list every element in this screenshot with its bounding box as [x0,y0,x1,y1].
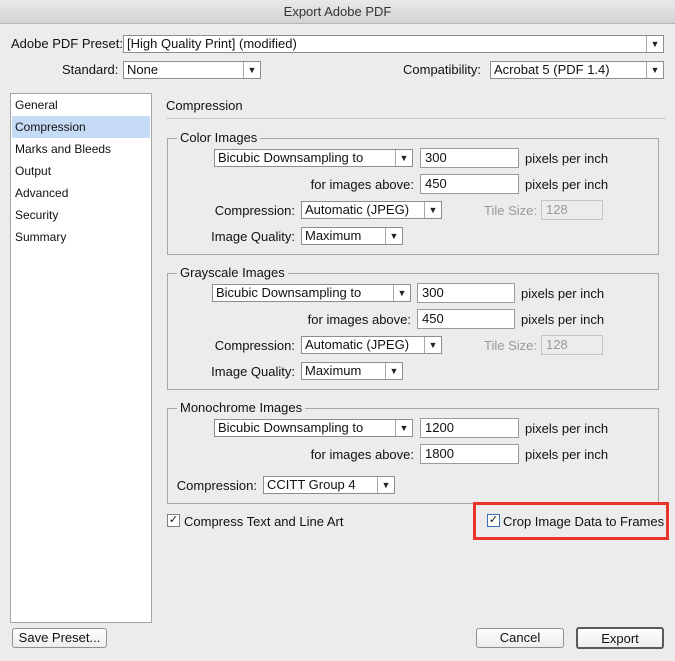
crop-image-label: Crop Image Data to Frames [503,514,665,529]
cancel-button[interactable]: Cancel [476,628,564,648]
mono-downsample-select[interactable]: Bicubic Downsampling to ▼ [214,419,413,437]
gray-compression-value: Automatic (JPEG) [305,337,410,352]
chevron-down-icon: ▼ [395,420,412,436]
color-above-label: for images above: [310,177,414,192]
mono-ppi-input[interactable]: 1200 [420,418,519,438]
sidebar-item-marks-and-bleeds[interactable]: Marks and Bleeds [12,138,150,160]
color-compression-value: Automatic (JPEG) [305,202,410,217]
sidebar-item-advanced[interactable]: Advanced [12,182,150,204]
gray-ppi-input[interactable]: 300 [417,283,515,303]
preset-select[interactable]: [High Quality Print] (modified) ▼ [123,35,664,53]
color-above-input[interactable]: 450 [420,174,519,194]
chevron-down-icon: ▼ [385,363,402,379]
gray-downsample-select[interactable]: Bicubic Downsampling to ▼ [212,284,411,302]
chevron-down-icon: ▼ [424,337,441,353]
gray-quality-select[interactable]: Maximum ▼ [301,362,403,380]
gray-above-label: for images above: [307,312,411,327]
standard-label: Standard: [62,62,119,77]
mono-compression-value: CCITT Group 4 [267,477,356,492]
compatibility-label: Compatibility: [403,62,482,77]
sidebar: General Compression Marks and Bleeds Out… [10,93,152,623]
gray-compression-label: Compression: [214,338,295,353]
chevron-down-icon: ▼ [385,228,402,244]
color-tile-input: 128 [541,200,603,220]
sidebar-item-output[interactable]: Output [12,160,150,182]
preset-value: [High Quality Print] (modified) [127,36,297,51]
section-divider [166,118,666,119]
mono-downsample-value: Bicubic Downsampling to [218,420,364,435]
color-downsample-value: Bicubic Downsampling to [218,150,364,165]
color-downsample-select[interactable]: Bicubic Downsampling to ▼ [214,149,413,167]
color-compression-label: Compression: [214,203,295,218]
mono-ppi-unit: pixels per inch [525,421,609,436]
monochrome-images-title: Monochrome Images [177,400,306,415]
gray-ppi-unit: pixels per inch [521,286,605,301]
compress-text-checkbox[interactable]: ✓ [167,514,180,527]
gray-quality-label: Image Quality: [211,364,295,379]
gray-tile-input: 128 [541,335,603,355]
color-quality-label: Image Quality: [211,229,295,244]
gray-quality-value: Maximum [305,363,362,378]
chevron-down-icon: ▼ [393,285,410,301]
color-quality-select[interactable]: Maximum ▼ [301,227,403,245]
sidebar-item-summary[interactable]: Summary [12,226,150,248]
chevron-down-icon: ▼ [646,36,663,52]
mono-above-input[interactable]: 1800 [420,444,519,464]
color-images-title: Color Images [177,130,261,145]
gray-tile-label: Tile Size: [484,338,537,353]
compatibility-select[interactable]: Acrobat 5 (PDF 1.4) ▼ [490,61,664,79]
crop-image-checkbox[interactable]: ✓ [487,514,500,527]
chevron-down-icon: ▼ [377,477,394,493]
mono-above-unit: pixels per inch [525,447,609,462]
gray-compression-select[interactable]: Automatic (JPEG) ▼ [301,336,442,354]
gray-above-input[interactable]: 450 [417,309,515,329]
color-compression-select[interactable]: Automatic (JPEG) ▼ [301,201,442,219]
chevron-down-icon: ▼ [243,62,260,78]
gray-above-unit: pixels per inch [521,312,605,327]
mono-above-label: for images above: [310,447,414,462]
mono-compression-label: Compression: [176,478,257,493]
color-ppi-unit: pixels per inch [525,151,609,166]
chevron-down-icon: ▼ [646,62,663,78]
mono-compression-select[interactable]: CCITT Group 4 ▼ [263,476,395,494]
chevron-down-icon: ▼ [424,202,441,218]
sidebar-item-compression[interactable]: Compression [12,116,150,138]
color-above-unit: pixels per inch [525,177,609,192]
color-tile-label: Tile Size: [484,203,537,218]
color-ppi-input[interactable]: 300 [420,148,519,168]
sidebar-item-general[interactable]: General [12,94,150,116]
standard-select[interactable]: None ▼ [123,61,261,79]
color-quality-value: Maximum [305,228,362,243]
section-title: Compression [166,98,243,113]
export-button[interactable]: Export [576,627,664,649]
compress-text-label: Compress Text and Line Art [184,514,344,529]
compatibility-value: Acrobat 5 (PDF 1.4) [494,62,610,77]
grayscale-images-title: Grayscale Images [177,265,288,280]
standard-value: None [127,62,159,77]
gray-downsample-value: Bicubic Downsampling to [216,285,362,300]
preset-label: Adobe PDF Preset: [11,36,123,51]
save-preset-button[interactable]: Save Preset... [12,628,107,648]
sidebar-item-security[interactable]: Security [12,204,150,226]
chevron-down-icon: ▼ [395,150,412,166]
window-title: Export Adobe PDF [0,0,675,24]
